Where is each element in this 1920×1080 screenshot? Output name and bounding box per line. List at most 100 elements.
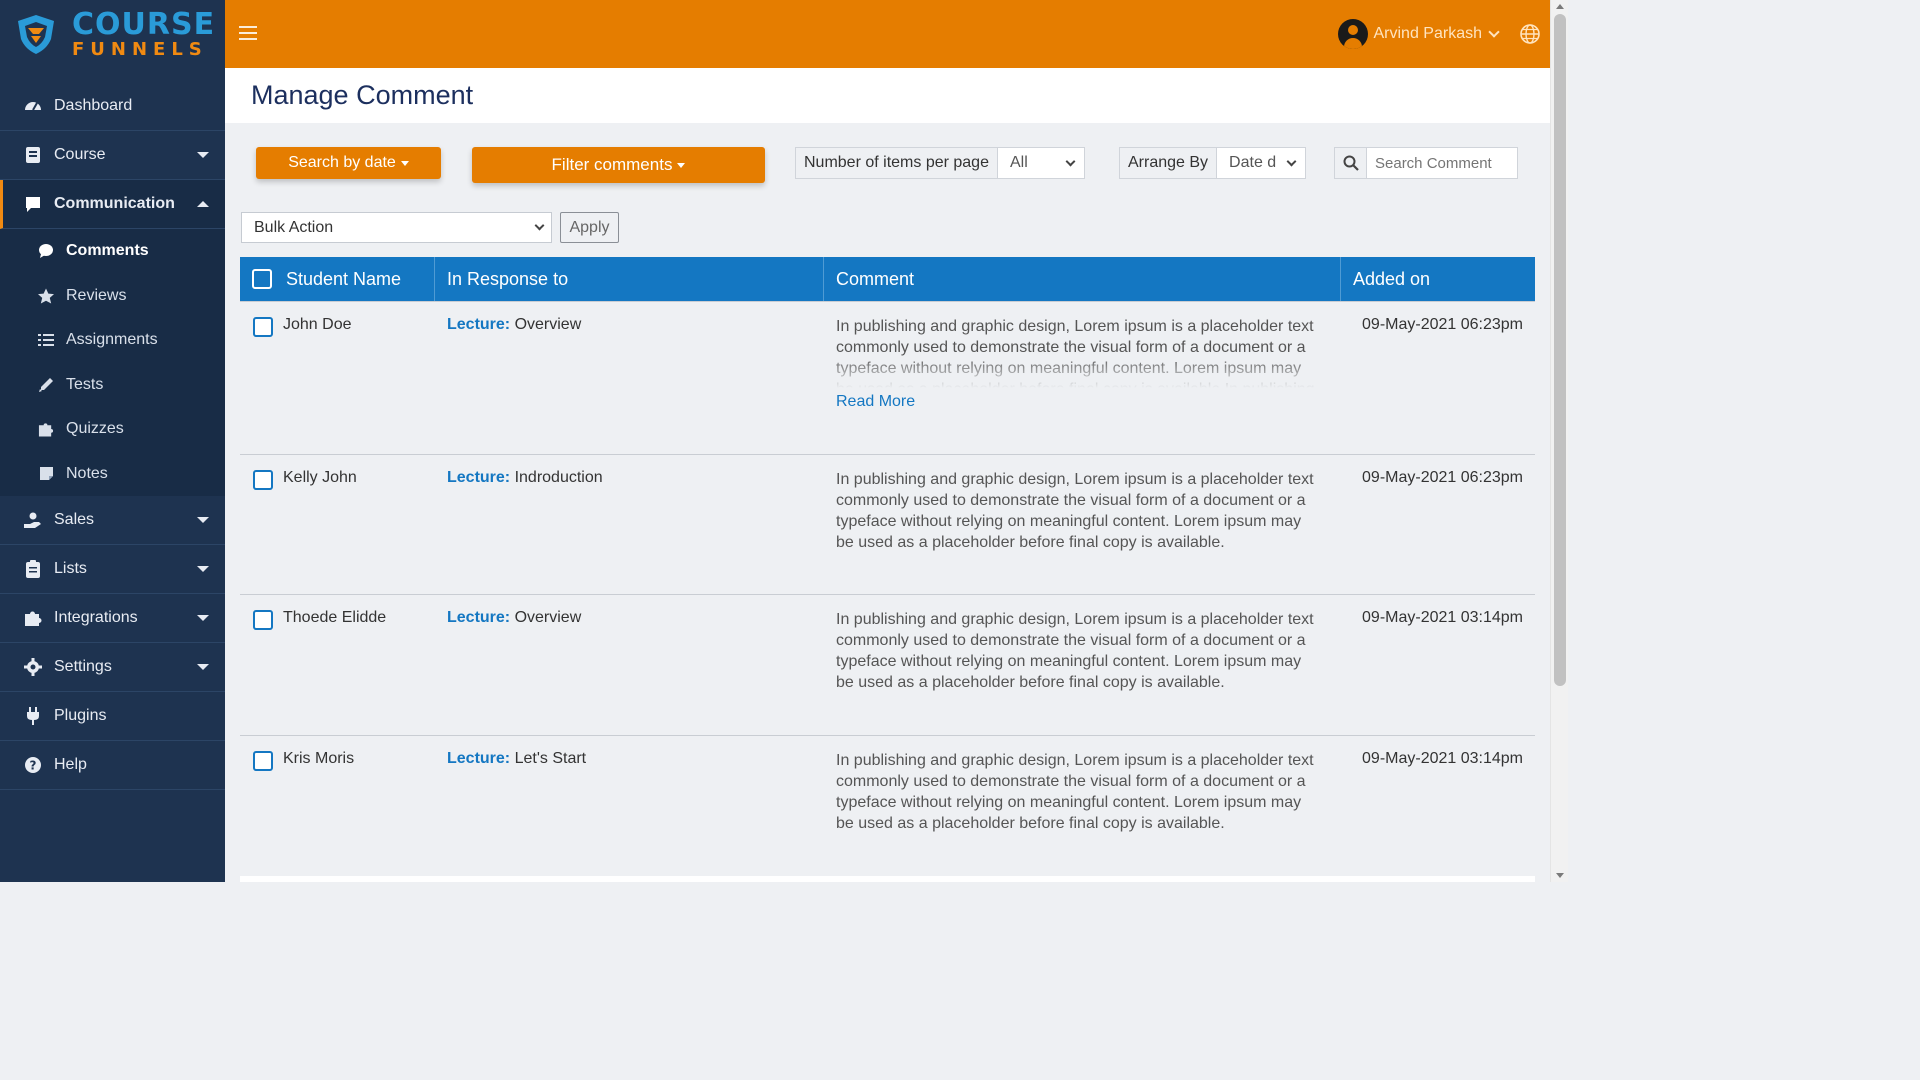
arrange-by-group: Arrange By Date d [1119, 147, 1307, 179]
caret-down-icon [677, 162, 686, 168]
comment-cell: In publishing and graphic design, Lorem … [824, 595, 1341, 735]
comment-cell: In publishing and graphic design, Lorem … [824, 302, 1341, 454]
search-input[interactable] [1367, 148, 1517, 178]
filter-comments-button[interactable]: Filter comments [472, 147, 765, 183]
list-icon [38, 332, 54, 348]
scrollbar-thumb[interactable] [1554, 14, 1566, 686]
filter-comments-label: Filter comments [551, 155, 673, 174]
comment-text: In publishing and graphic design, Lorem … [836, 752, 1314, 832]
table-header: Student Name In Response to Comment Adde… [240, 257, 1535, 301]
response-type: Lecture: [447, 469, 511, 486]
sidebar-item-plugins[interactable]: Plugins [0, 692, 225, 741]
select-all-checkbox[interactable] [252, 269, 272, 289]
header-label: In Response to [447, 268, 569, 289]
sidebar-item-sales[interactable]: Sales [0, 496, 225, 545]
sidebar-item-communication[interactable]: Communication [0, 180, 225, 229]
caret-down-icon [400, 160, 409, 166]
response-type: Lecture: [447, 316, 511, 333]
search-by-date-button[interactable]: Search by date [256, 147, 441, 179]
scroll-down-arrow-icon[interactable] [1556, 873, 1564, 878]
sidebar-subitem-tests[interactable]: Tests [6, 363, 225, 408]
sidebar-item-help[interactable]: ? Help [0, 741, 225, 790]
user-name: Arvind Parkash [1373, 25, 1483, 42]
header-label: Student Name [286, 268, 402, 289]
table-row: Kris Moris Lecture: Let's Start In publi… [240, 735, 1535, 876]
brand-logo[interactable]: COURSE FUNNELS [0, 0, 225, 68]
pen-icon [38, 377, 54, 393]
sidebar-subitem-assignments[interactable]: Assignments [6, 318, 225, 363]
globe-icon[interactable] [1520, 24, 1540, 44]
table-row: John Doe Lecture: Overview In publishing… [240, 301, 1535, 454]
sidebar-item-label: Sales [54, 511, 95, 528]
read-more-link[interactable]: Read More [836, 391, 1321, 412]
sidebar-subitem-label: Assignments [66, 331, 158, 349]
sidebar-subitem-notes[interactable]: Notes [6, 452, 225, 497]
sidebar-item-label: Dashboard [54, 97, 133, 114]
arrange-by-label: Arrange By [1120, 148, 1218, 178]
page-scrollbar[interactable] [1550, 0, 1568, 882]
response-type: Lecture: [447, 609, 511, 626]
shield-logo-icon [18, 15, 54, 54]
table-row: Thoede Elidde Lecture: Overview In publi… [240, 594, 1535, 735]
sidebar-item-label: Plugins [54, 707, 107, 724]
response-title: Indroduction [514, 469, 603, 486]
plug-icon [24, 707, 42, 725]
sidebar-item-label: Lists [54, 560, 87, 577]
bulk-action-select[interactable]: Bulk Action [241, 212, 552, 243]
comment-text: In publishing and graphic design, Lorem … [836, 471, 1314, 551]
sidebar-subitem-comments[interactable]: Comments [6, 229, 225, 274]
sidebar-subitem-reviews[interactable]: Reviews [6, 274, 225, 319]
brand-line2: FUNNELS [72, 38, 208, 60]
chevron-down-icon [197, 517, 209, 523]
sidebar-item-lists[interactable]: Lists [0, 545, 225, 594]
search-icon[interactable] [1335, 148, 1367, 178]
hamburger-menu-icon[interactable] [239, 26, 257, 40]
puzzle-piece-icon [38, 421, 54, 437]
added-on-cell: 09-May-2021 06:23pm [1362, 469, 1523, 486]
user-menu[interactable]: Arvind Parkash [1337, 19, 1500, 49]
comment-cell: In publishing and graphic design, Lorem … [824, 736, 1341, 876]
sidebar-subitem-quizzes[interactable]: Quizzes [6, 407, 225, 452]
response-title: Overview [514, 316, 582, 333]
sidebar-item-label: Communication [54, 195, 175, 212]
dashboard-gauge-icon [24, 97, 42, 115]
sidebar-item-dashboard[interactable]: Dashboard [0, 82, 225, 131]
table-row: Kelly John Lecture: Indroduction In publ… [240, 454, 1535, 594]
sidebar-item-course[interactable]: Course [0, 131, 225, 180]
apply-button[interactable]: Apply [560, 212, 619, 243]
scroll-up-arrow-icon[interactable] [1556, 4, 1564, 9]
hand-coin-icon [24, 511, 42, 529]
chevron-down-icon [197, 615, 209, 621]
sidebar-subitem-label: Comments [66, 242, 149, 260]
sidebar-item-label: Integrations [54, 609, 138, 626]
page-header: Manage Comment [225, 68, 1550, 123]
search-by-date-label: Search by date [288, 154, 396, 171]
response-cell: Lecture: Overview [240, 302, 824, 454]
clipboard-icon [24, 560, 42, 578]
question-circle-icon: ? [24, 756, 42, 774]
sidebar-item-settings[interactable]: Settings [0, 643, 225, 692]
arrange-by-select[interactable]: Date d [1217, 148, 1305, 178]
chevron-down-icon [197, 566, 209, 572]
sidebar-subitem-label: Notes [66, 464, 108, 482]
sidebar-subitem-label: Quizzes [66, 420, 124, 438]
avatar [1337, 19, 1368, 49]
sidebar-subitem-label: Tests [66, 375, 104, 393]
puzzle-icon [24, 609, 42, 627]
response-cell: Lecture: Let's Start [240, 736, 824, 876]
response-cell: Lecture: Overview [240, 595, 824, 735]
search-group [1334, 147, 1518, 179]
chevron-down-icon [534, 220, 545, 231]
comment-text: In publishing and graphic design, Lorem … [836, 318, 1315, 388]
items-per-page-group: Number of items per page All [795, 147, 1085, 179]
response-title: Let's Start [514, 750, 587, 767]
sidebar-item-integrations[interactable]: Integrations [0, 594, 225, 643]
chevron-down-icon [1065, 156, 1076, 166]
chevron-down-icon [1488, 26, 1500, 38]
header-label: Comment [836, 268, 915, 289]
header-label: Added on [1353, 268, 1431, 289]
items-per-page-select[interactable]: All [998, 148, 1084, 178]
response-cell: Lecture: Indroduction [240, 455, 824, 594]
chevron-down-icon [197, 664, 209, 670]
sidebar-nav: Dashboard Course Communication Comments [0, 82, 225, 790]
